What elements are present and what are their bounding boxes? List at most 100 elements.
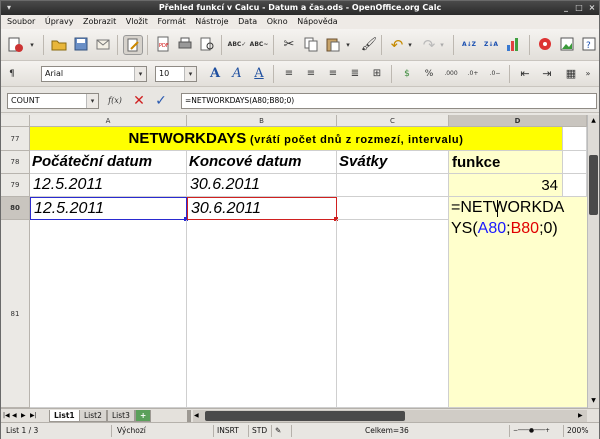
paste-dropdown-icon[interactable]: ▾ [343, 35, 353, 55]
menu-format[interactable]: Formát [157, 17, 185, 26]
align-left-icon[interactable]: ≡ [279, 64, 299, 84]
new-dropdown-icon[interactable]: ▾ [27, 35, 37, 55]
delete-decimal-icon[interactable]: .0− [485, 64, 505, 84]
clone-formatting-icon[interactable]: 🖌 [359, 35, 379, 55]
paste-icon[interactable] [323, 35, 343, 55]
cell-a81[interactable] [30, 220, 187, 408]
column-header-c[interactable]: C [337, 115, 449, 127]
cell-a80[interactable]: 12.5.2011 [30, 197, 187, 220]
first-sheet-icon[interactable]: |◀ [3, 411, 11, 421]
export-pdf-icon[interactable]: PDF [153, 35, 173, 55]
close-icon[interactable]: × [587, 3, 597, 13]
maximize-icon[interactable]: □ [574, 3, 584, 13]
sheet-tab-list2[interactable]: List2 [79, 410, 107, 422]
cell-c80[interactable] [337, 197, 449, 220]
add-decimal-icon[interactable]: .0+ [463, 64, 483, 84]
redo-icon[interactable]: ↷ [419, 35, 439, 55]
menu-upravy[interactable]: Úpravy [45, 17, 74, 26]
vertical-scrollbar[interactable]: ▲ ▼ [587, 115, 599, 408]
sheet-tab-list3[interactable]: List3 [107, 410, 135, 422]
cell-d79[interactable]: 34 [449, 174, 563, 197]
row-header-81[interactable]: 81 [1, 220, 30, 408]
horizontal-scroll-thumb[interactable] [205, 411, 405, 421]
chart-icon[interactable] [503, 35, 523, 55]
increase-indent-icon[interactable]: ⇥ [537, 64, 557, 84]
cancel-icon[interactable]: ✕ [129, 91, 149, 111]
menu-nastroje[interactable]: Nástroje [195, 17, 228, 26]
status-page-style[interactable]: Výchozí [117, 423, 146, 439]
italic-icon[interactable]: A [227, 64, 247, 84]
cell-d78[interactable]: funkce [449, 151, 563, 174]
name-box[interactable]: COUNT ▾ [7, 93, 99, 109]
status-insert-mode[interactable]: INSRT [217, 423, 239, 439]
menu-napoveda[interactable]: Nápověda [297, 17, 338, 26]
menu-zobrazit[interactable]: Zobrazit [83, 17, 116, 26]
new-document-icon[interactable] [5, 35, 25, 55]
gallery-icon[interactable] [557, 35, 577, 55]
page-preview-icon[interactable] [197, 35, 217, 55]
status-sum[interactable]: Celkem=36 [365, 423, 409, 439]
align-center-icon[interactable]: ≡ [301, 64, 321, 84]
open-folder-icon[interactable] [49, 35, 69, 55]
tab-scroll-splitter[interactable] [187, 410, 191, 422]
cell-b81[interactable] [187, 220, 337, 408]
row-header-78[interactable]: 78 [1, 151, 30, 174]
menu-vlozit[interactable]: Vložit [126, 17, 148, 26]
cell-b80[interactable]: 30.6.2011 [187, 197, 337, 220]
undo-icon[interactable]: ↶ [387, 35, 407, 55]
cell-a79[interactable]: 12.5.2011 [30, 174, 187, 197]
cell-a78[interactable]: Počáteční datum [30, 151, 187, 174]
cell-c81[interactable] [337, 220, 449, 408]
status-selection-mode[interactable]: STD [252, 423, 267, 439]
copy-icon[interactable] [301, 35, 321, 55]
scroll-right-icon[interactable]: ▶ [578, 411, 586, 421]
autospell-icon[interactable]: ABC~ [249, 35, 269, 55]
add-sheet-icon[interactable]: + [135, 410, 151, 422]
select-all-corner[interactable] [1, 115, 30, 127]
status-zoom[interactable]: 200% [567, 423, 588, 439]
align-right-icon[interactable]: ≡ [323, 64, 343, 84]
horizontal-scrollbar[interactable]: ◀ ▶ [193, 410, 587, 422]
cell-b79[interactable]: 30.6.2011 [187, 174, 337, 197]
name-box-dropdown-icon[interactable]: ▾ [86, 94, 98, 108]
font-size-combo[interactable]: 10 ▾ [155, 66, 197, 82]
spreadsheet-grid[interactable]: A B C D 77 78 79 80 81 NETWORKDAYS (vrát… [1, 115, 599, 408]
print-icon[interactable] [175, 35, 195, 55]
font-size-dropdown-icon[interactable]: ▾ [184, 67, 196, 81]
bold-icon[interactable]: A [205, 64, 225, 84]
cell-e78[interactable] [563, 151, 587, 174]
standard-format-icon[interactable]: .000 [441, 64, 461, 84]
borders-icon[interactable]: ▦ [561, 64, 581, 84]
cell-e79[interactable] [563, 174, 587, 197]
row-header-79[interactable]: 79 [1, 174, 30, 197]
redo-dropdown-icon[interactable]: ▾ [437, 35, 447, 55]
table-title-cell[interactable]: NETWORKDAYS (vrátí počet dnů z rozmezí, … [30, 127, 563, 151]
column-header-b[interactable]: B [187, 115, 337, 127]
cell-d80-editor[interactable]: =NETWORKDA YS(A80;B80;0) [449, 197, 587, 408]
font-name-combo[interactable]: Arial ▾ [41, 66, 147, 82]
row-header-80[interactable]: 80 [1, 197, 30, 220]
formula-input[interactable]: =NETWORKDAYS(A80;B80;0) [181, 93, 597, 109]
menu-okno[interactable]: Okno [267, 17, 288, 26]
justify-icon[interactable]: ≣ [345, 64, 365, 84]
spellcheck-icon[interactable]: ABC✓ [227, 35, 247, 55]
edit-file-icon[interactable] [123, 35, 143, 55]
window-menu-icon[interactable]: ▾ [4, 3, 14, 13]
sort-ascending-icon[interactable]: A↓Z [459, 35, 479, 55]
percent-format-icon[interactable]: % [419, 64, 439, 84]
column-header-a[interactable]: A [30, 115, 187, 127]
merge-cells-icon[interactable]: ⊞ [367, 64, 387, 84]
prev-sheet-icon[interactable]: ◀ [12, 411, 20, 421]
cut-icon[interactable]: ✂ [279, 35, 299, 55]
navigator-icon[interactable] [535, 35, 555, 55]
undo-dropdown-icon[interactable]: ▾ [405, 35, 415, 55]
zoom-slider[interactable]: −───●───+ [513, 423, 550, 439]
email-icon[interactable] [93, 35, 113, 55]
styles-icon[interactable]: ¶ [5, 64, 19, 84]
minimize-icon[interactable]: _ [561, 3, 571, 13]
font-name-dropdown-icon[interactable]: ▾ [134, 67, 146, 81]
scroll-down-icon[interactable]: ▼ [589, 396, 598, 406]
next-sheet-icon[interactable]: ▶ [21, 411, 29, 421]
accept-icon[interactable]: ✓ [151, 91, 171, 111]
menu-data[interactable]: Data [238, 17, 257, 26]
